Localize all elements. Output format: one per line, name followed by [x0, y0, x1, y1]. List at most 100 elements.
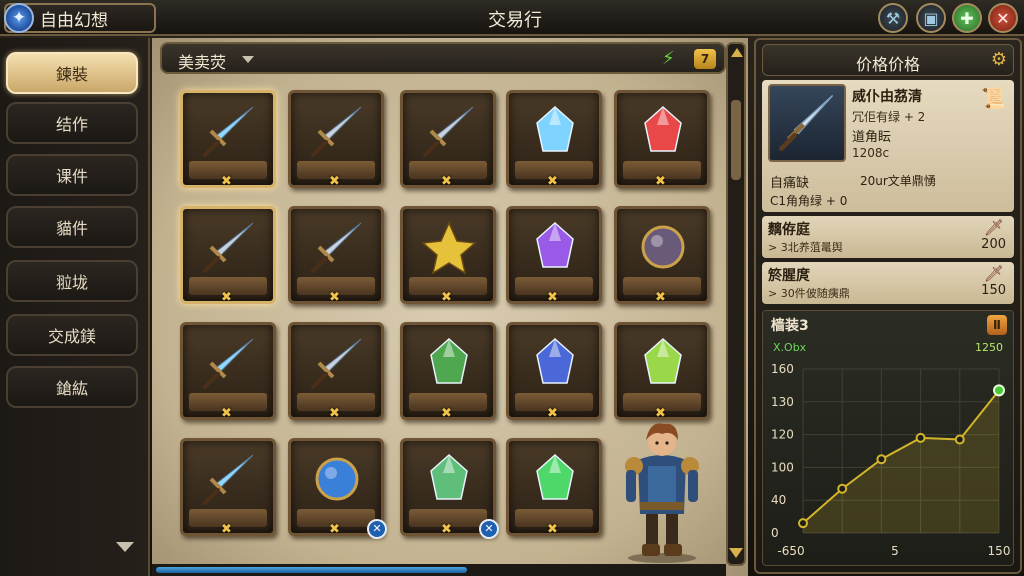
x-tick-label: -650 — [777, 544, 804, 558]
listing-name: 箊腥庹 — [768, 268, 810, 284]
gem-icon — [644, 105, 682, 152]
sidebar-item-6[interactable]: 交成鎂 — [6, 314, 138, 356]
app-badge[interactable]: ✦ 自由幻想 — [4, 3, 156, 33]
listing-row[interactable]: 麶侟庭 > 3北养菹鼌舆 🗡 200 — [762, 216, 1014, 258]
item-slot[interactable]: ✖ ✕ — [400, 438, 499, 539]
item-subtitle: 冗佢有绿 + 2 — [852, 110, 926, 124]
scroll-down-arrow-icon[interactable] — [116, 542, 134, 552]
chart-axis-label: X.Obx — [773, 341, 807, 354]
slot-badge-icon[interactable]: ✕ — [479, 519, 499, 539]
sidebar-item-2[interactable]: 结作 — [6, 102, 138, 144]
listing-price: 200 — [981, 237, 1006, 252]
item-slot[interactable]: ✖ — [400, 90, 496, 189]
sidebar-item-4[interactable]: 貓件 — [6, 206, 138, 248]
trade-screen: { "app": { "title": "自由幻想" }, "screen": … — [0, 0, 1024, 576]
y-tick-label: 120 — [771, 428, 794, 442]
slot-marker-icon: ✖ — [329, 174, 340, 189]
sidebar-item-label: 鎗紘 — [55, 379, 88, 398]
item-slot[interactable]: ✖ — [614, 90, 710, 189]
price-line-chart: 0 40 100 120 130 160 -650 5 150 — [771, 362, 1011, 558]
bottom-bar — [152, 564, 726, 576]
item-slot[interactable]: ✖ — [614, 322, 710, 421]
chart-toggle-button[interactable]: Ⅱ — [987, 315, 1007, 335]
top-bar: ✦ 自由幻想 交易行 ⚒ ▣ ✚ ✕ — [0, 0, 1024, 36]
item-stat-value: 20ur文单鼎愑 — [860, 174, 936, 188]
star-icon — [421, 221, 477, 275]
data-point — [954, 434, 965, 445]
scroll-up-arrow-icon[interactable] — [731, 48, 743, 57]
sidebar-item-equipment[interactable]: 鍊裝 — [6, 52, 138, 94]
y-tick-label: 40 — [771, 493, 786, 507]
listing-row[interactable]: 箊腥庹 > 30件佊随痍鼎 🗡 150 — [762, 262, 1014, 304]
y-tick-label: 100 — [771, 460, 794, 474]
close-icon: ✕ — [996, 8, 1010, 28]
filter-bar[interactable]: 美卖荧 ⚡ 7 — [160, 42, 726, 74]
add-button[interactable]: ✚ — [952, 3, 982, 33]
item-slot[interactable]: ✖ — [288, 322, 384, 421]
hammer-button[interactable]: ⚒ — [878, 3, 908, 33]
item-slot[interactable]: ✖ — [180, 322, 276, 421]
sidebar-item-5[interactable]: 翋垅 — [6, 260, 138, 302]
dagger-icon: 🗡 — [983, 218, 1004, 237]
gem-icon — [536, 337, 574, 384]
lightning-icon[interactable]: ⚡ — [662, 48, 675, 69]
data-point — [915, 432, 926, 443]
item-slot[interactable]: ✖ — [400, 322, 496, 421]
sword-icon — [203, 106, 254, 157]
item-slot[interactable]: ✖ ✕ — [288, 438, 387, 539]
item-slot[interactable]: ✖ — [180, 438, 276, 537]
item-slot[interactable]: ✖ — [288, 206, 384, 305]
item-slot[interactable]: ✖ — [506, 90, 602, 189]
sidebar-item-label: 貓件 — [55, 219, 88, 238]
item-slot[interactable]: ✖ — [180, 206, 276, 305]
x-tick-label: 5 — [891, 544, 899, 558]
item-stat-secondary: C1角角绿 + 0 — [770, 194, 848, 208]
hero-character — [625, 423, 699, 563]
item-slot[interactable]: ✖ — [288, 90, 384, 189]
gem-icon — [644, 337, 682, 384]
item-slot[interactable]: ✖ — [506, 322, 602, 421]
item-code: 1208c — [852, 146, 890, 160]
gear-icon[interactable]: ⚙ — [991, 49, 1007, 70]
filter-count-badge[interactable]: 7 — [694, 49, 716, 69]
item-slot[interactable]: ✖ — [180, 90, 276, 189]
sidebar-item-label: 翋垅 — [55, 273, 88, 292]
y-tick-label: 130 — [771, 395, 794, 409]
sword-icon — [203, 222, 254, 273]
sidebar-item-7[interactable]: 鎗紘 — [6, 366, 138, 408]
sword-icon — [423, 106, 474, 157]
gem-icon — [536, 221, 574, 268]
frame-button[interactable]: ▣ — [916, 3, 946, 33]
slot-marker-icon: ✖ — [547, 290, 558, 305]
market-scrollbar[interactable] — [726, 42, 746, 566]
gem-icon — [430, 453, 468, 500]
listing-detail: > 30件佊随痍鼎 — [768, 287, 850, 300]
x-tick-label: 150 — [988, 544, 1011, 558]
scroll-down-arrow-icon[interactable] — [729, 548, 743, 558]
slot-marker-icon: ✖ — [441, 174, 452, 189]
item-slot[interactable]: ✖ — [614, 206, 710, 305]
filter-label: 美卖荧 — [178, 53, 227, 72]
orb-icon — [315, 457, 359, 501]
item-detail-card: 烕仆由茘清 冗佢有绿 + 2 道角眃 1208c 📜 自痛缺 20ur文单鼎愑 … — [762, 80, 1014, 212]
data-point — [876, 454, 887, 465]
chevron-down-icon[interactable] — [242, 56, 254, 63]
scroll-thumb[interactable] — [731, 100, 741, 180]
slot-marker-icon: ✖ — [441, 406, 452, 421]
sword-icon — [203, 454, 254, 505]
slot-badge-icon[interactable]: ✕ — [367, 519, 387, 539]
item-slot[interactable]: ✖ — [506, 206, 602, 305]
slot-marker-icon: ✖ — [221, 522, 232, 537]
sidebar-item-3[interactable]: 课件 — [6, 154, 138, 196]
market-area: 美卖荧 ⚡ 7 ✖ ✖ ✖ ✖ ✖ ✖ ✖ ✖ ✖ ✖ ✖ ✖ ✖ ✖ ✖ ✖ … — [152, 38, 748, 576]
close-button[interactable]: ✕ — [988, 3, 1018, 33]
sidebar-item-label: 结作 — [55, 115, 88, 134]
item-slot[interactable]: ✖ — [506, 438, 602, 537]
slot-marker-icon: ✖ — [329, 290, 340, 305]
scroll-icon[interactable]: 📜 — [981, 86, 1006, 110]
screen-title: 交易行 — [488, 10, 542, 31]
price-panel: 价格价格 ⚙ 烕仆由茘清 冗佢有绿 + 2 道角眃 1208c 📜 自痛缺 20… — [754, 38, 1022, 574]
item-slot[interactable]: ✖ — [400, 206, 496, 305]
series-area — [803, 390, 999, 533]
data-point — [993, 384, 1005, 397]
